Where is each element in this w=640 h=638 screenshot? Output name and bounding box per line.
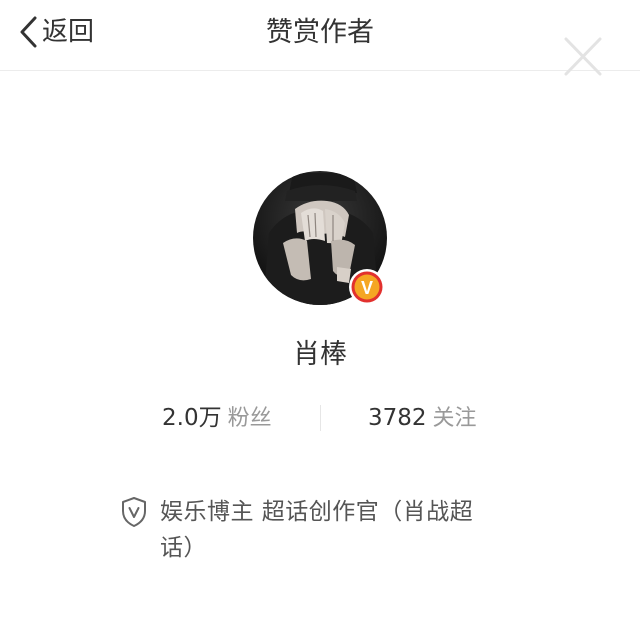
verification-info: 娱乐博主 超话创作官（肖战超话） <box>120 494 500 566</box>
fans-count: 2.0万 <box>162 405 222 431</box>
verified-v-icon: V <box>349 269 385 305</box>
stats-divider <box>320 405 321 431</box>
verified-badge-letter: V <box>361 278 373 298</box>
page-title: 赞赏作者 <box>266 17 374 48</box>
fans-label: 粉丝 <box>227 406 272 431</box>
follow-count: 3782 <box>368 405 427 431</box>
follow-label: 关注 <box>432 406 477 431</box>
close-icon <box>564 37 602 76</box>
top-bar: 返回 赞赏作者 <box>0 0 640 71</box>
shield-v-icon <box>122 497 146 527</box>
fans-stat[interactable]: 2.0万 粉丝 <box>162 398 272 438</box>
close-button[interactable] <box>560 36 606 78</box>
avatar-container[interactable]: V <box>253 171 387 305</box>
user-name[interactable]: 肖棒 <box>0 337 640 373</box>
follow-stat[interactable]: 3782 关注 <box>368 398 477 438</box>
verification-text: 娱乐博主 超话创作官（肖战超话） <box>160 499 474 561</box>
stats-row: 2.0万 粉丝 3782 关注 <box>0 398 640 438</box>
verified-badge: V <box>348 268 386 306</box>
